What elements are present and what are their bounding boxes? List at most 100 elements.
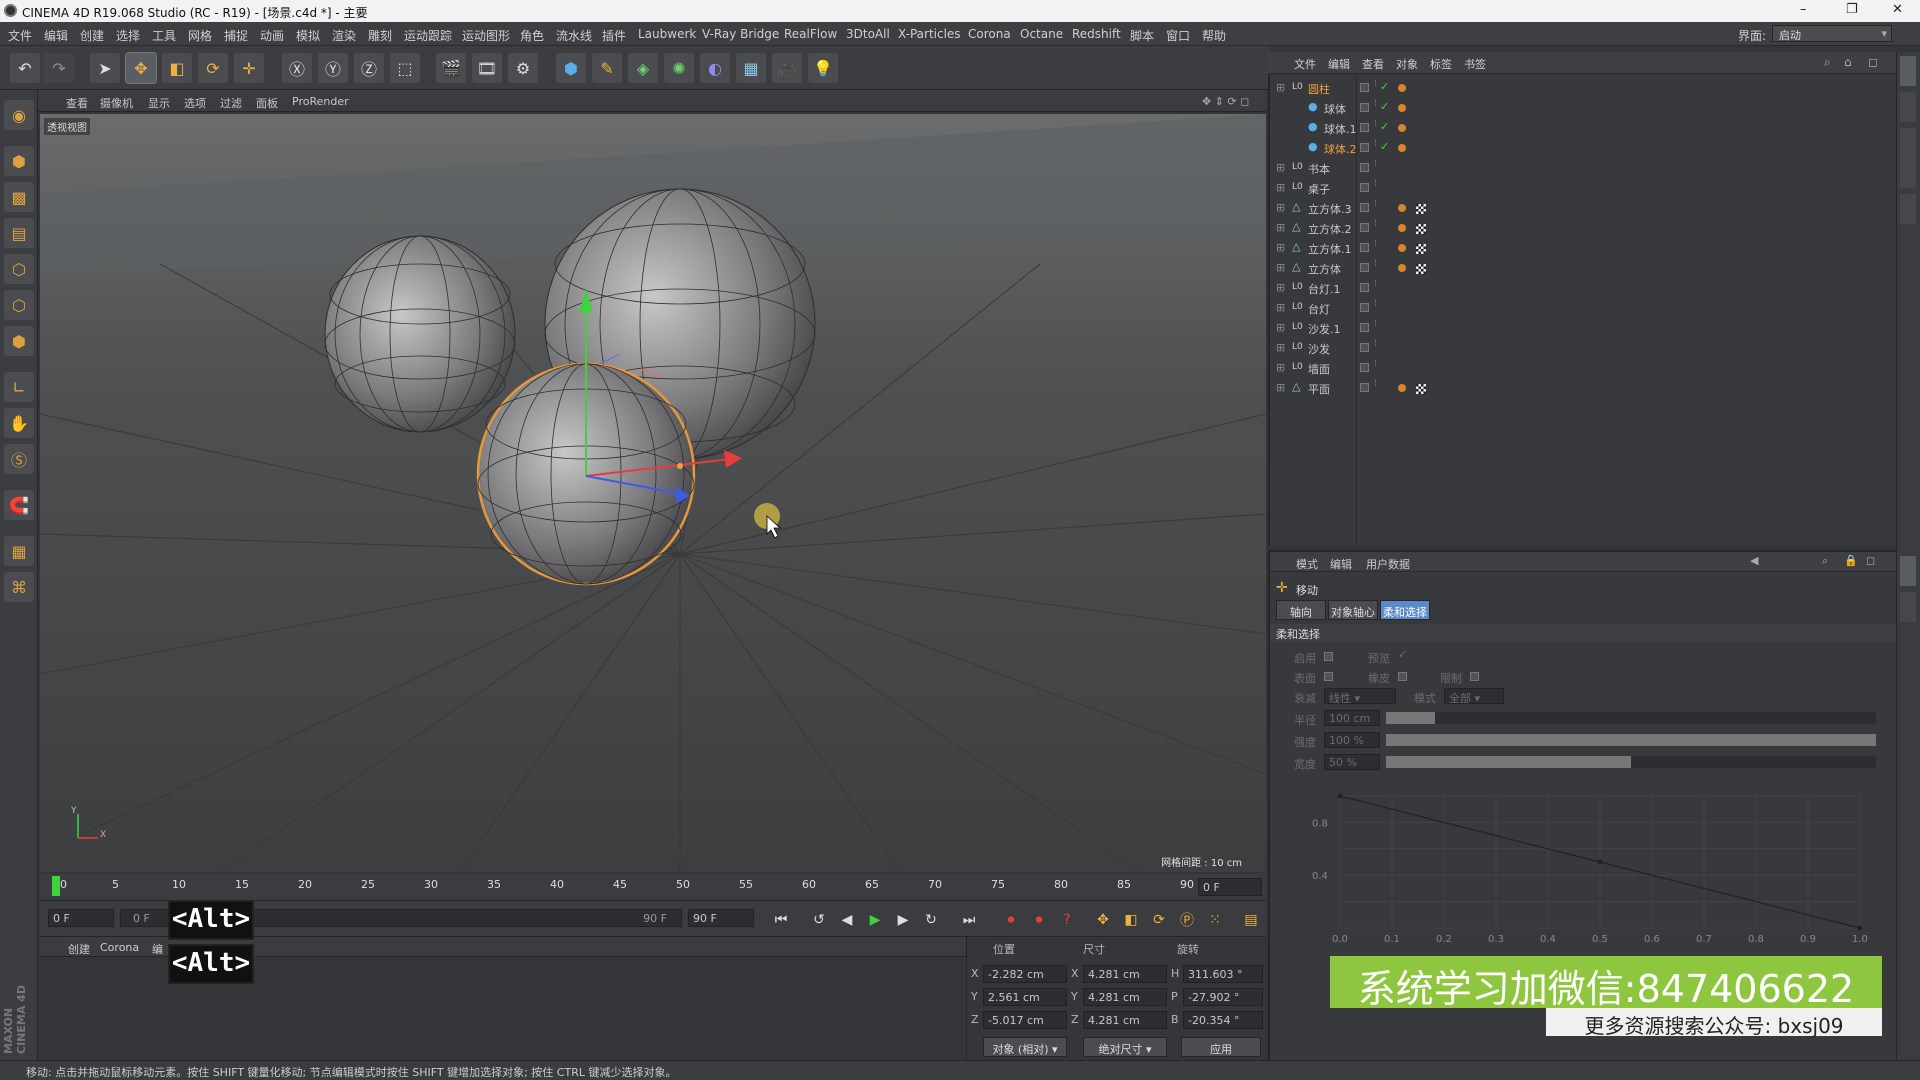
subdivision-button[interactable]: ◈ xyxy=(628,53,658,83)
menu-redshift[interactable]: Redshift xyxy=(1072,27,1121,41)
minimize-button[interactable]: – xyxy=(1800,2,1807,17)
menu-vray[interactable]: V-Ray Bridge xyxy=(702,27,779,41)
object-row[interactable]: ⊞ L0 沙发.1 ⁝ xyxy=(1268,318,1896,338)
playhead[interactable] xyxy=(52,876,60,896)
pen-button[interactable]: ✎ xyxy=(592,53,622,83)
pos-y-field[interactable]: 2.561 cm xyxy=(983,988,1067,1006)
pos-z-field[interactable]: -5.017 cm xyxy=(983,1011,1067,1029)
layer-visibility-icon[interactable] xyxy=(1360,183,1369,192)
texture-tag-icon[interactable] xyxy=(1416,204,1426,214)
menu-tools[interactable]: 工具 xyxy=(152,27,176,44)
menu-edit[interactable]: 编辑 xyxy=(44,27,68,44)
object-name[interactable]: 球体 xyxy=(1324,101,1346,117)
obj-menu-objects[interactable]: 对象 xyxy=(1396,56,1418,72)
object-row[interactable]: ⊞ △ 立方体 ⁝ xyxy=(1268,258,1896,278)
obj-menu-view[interactable]: 查看 xyxy=(1362,56,1384,72)
end-frame-field[interactable]: 90 F xyxy=(688,909,754,927)
layer-visibility-icon[interactable] xyxy=(1360,363,1369,372)
keyframe-selection-button[interactable]: ? xyxy=(1056,909,1078,931)
object-name[interactable]: 沙发.1 xyxy=(1308,321,1341,337)
object-name[interactable]: 桌子 xyxy=(1308,181,1330,197)
attr-menu-edit[interactable]: 编辑 xyxy=(1330,556,1352,572)
key-rotation-button[interactable]: ⟳ xyxy=(1148,909,1170,931)
y-axis-lock-button[interactable]: Ⓨ xyxy=(318,53,348,83)
move-tool-button[interactable]: ✥ xyxy=(125,52,157,84)
phong-tag-icon[interactable] xyxy=(1398,144,1406,152)
solo-button[interactable]: Ⓢ xyxy=(4,444,34,474)
size-x-field[interactable]: 4.281 cm xyxy=(1083,965,1167,983)
pos-x-field[interactable]: -2.282 cm xyxy=(983,965,1067,983)
scale-tool-button[interactable]: ◧ xyxy=(162,53,192,83)
mode-select[interactable]: 全部 ▾ xyxy=(1444,688,1504,705)
visibility-dots-icon[interactable]: ⁝ xyxy=(1374,119,1377,129)
vp-menu-panel[interactable]: 面板 xyxy=(256,95,278,111)
menu-animate[interactable]: 动画 xyxy=(260,27,284,44)
visibility-dots-icon[interactable]: ⁝ xyxy=(1374,379,1377,389)
cube-button[interactable]: ⬢ xyxy=(556,53,586,83)
object-name[interactable]: 书本 xyxy=(1308,161,1330,177)
layer-visibility-icon[interactable] xyxy=(1360,243,1369,252)
object-row[interactable]: ⊞ △ 平面 ⁝ xyxy=(1268,378,1896,398)
menu-snap[interactable]: 捕捉 xyxy=(224,27,248,44)
tab-axis[interactable]: 轴向 xyxy=(1276,600,1326,620)
objects-tab[interactable] xyxy=(1900,56,1916,86)
make-editable-button[interactable]: ◉ xyxy=(4,100,34,130)
enabled-check-icon[interactable]: ✓ xyxy=(1380,100,1389,113)
play-button[interactable]: ▶ xyxy=(864,909,886,931)
rubber-checkbox[interactable] xyxy=(1398,672,1407,681)
vp-menu-filter[interactable]: 过滤 xyxy=(220,95,242,111)
object-name[interactable]: 立方体.3 xyxy=(1308,201,1352,217)
phong-tag-icon[interactable] xyxy=(1398,204,1406,212)
layer-visibility-icon[interactable] xyxy=(1360,223,1369,232)
layer-visibility-icon[interactable] xyxy=(1360,383,1369,392)
phong-tag-icon[interactable] xyxy=(1398,384,1406,392)
layer-visibility-icon[interactable] xyxy=(1360,103,1369,112)
expand-icon[interactable]: ⊞ xyxy=(1276,161,1285,174)
rot-p-field[interactable]: -27.902 ° xyxy=(1183,988,1263,1006)
object-name[interactable]: 台灯 xyxy=(1308,301,1330,317)
layer-visibility-icon[interactable] xyxy=(1360,203,1369,212)
phong-tag-icon[interactable] xyxy=(1398,84,1406,92)
go-to-end-button[interactable]: ⏭ xyxy=(958,909,980,931)
undo-button[interactable]: ↶ xyxy=(10,53,40,83)
obj-menu-edit[interactable]: 编辑 xyxy=(1328,56,1350,72)
attr-menu-mode[interactable]: 模式 xyxy=(1296,556,1318,572)
layer-visibility-icon[interactable] xyxy=(1360,83,1369,92)
axis-mode-button[interactable]: ∟ xyxy=(4,372,34,402)
expand-icon[interactable]: ⊞ xyxy=(1276,181,1285,194)
expand-icon[interactable]: ⊞ xyxy=(1276,361,1285,374)
timeline-ruler[interactable]: 0 5 10 15 20 25 30 35 40 45 50 55 60 65 … xyxy=(40,874,1266,900)
record-button[interactable]: ⏺ xyxy=(1000,909,1022,931)
timeline-window-button[interactable]: ▤ xyxy=(1240,909,1262,931)
menu-plugins[interactable]: 插件 xyxy=(602,27,626,44)
x-axis-lock-button[interactable]: Ⓧ xyxy=(282,53,312,83)
menu-simulate[interactable]: 模拟 xyxy=(296,27,320,44)
enabled-check-icon[interactable]: ✓ xyxy=(1380,140,1389,153)
phong-tag-icon[interactable] xyxy=(1398,124,1406,132)
visibility-dots-icon[interactable]: ⁝ xyxy=(1374,339,1377,349)
tab-soft-selection[interactable]: 柔和选择 xyxy=(1380,600,1430,620)
object-name[interactable]: 立方体 xyxy=(1308,261,1341,277)
object-row[interactable]: ⊞ △ 立方体.2 ⁝ xyxy=(1268,218,1896,238)
coordinate-system-button[interactable]: ⬚ xyxy=(390,53,420,83)
menu-create[interactable]: 创建 xyxy=(80,27,104,44)
expand-icon[interactable]: ⊞ xyxy=(1276,241,1285,254)
key-position-button[interactable]: ✥ xyxy=(1092,909,1114,931)
menu-window[interactable]: 窗口 xyxy=(1166,27,1190,44)
menu-select[interactable]: 选择 xyxy=(116,27,140,44)
autokey-button[interactable]: ⏺ xyxy=(1028,909,1050,931)
expand-icon[interactable]: ⊞ xyxy=(1276,321,1285,334)
visibility-dots-icon[interactable]: ⁝ xyxy=(1374,219,1377,229)
object-name[interactable]: 立方体.1 xyxy=(1308,241,1352,257)
key-scale-button[interactable]: ◧ xyxy=(1120,909,1142,931)
object-name[interactable]: 平面 xyxy=(1308,381,1330,397)
menu-file[interactable]: 文件 xyxy=(8,27,32,44)
phong-tag-icon[interactable] xyxy=(1398,244,1406,252)
obj-menu-bookmarks[interactable]: 书签 xyxy=(1464,56,1486,72)
model-mode-button[interactable]: ⬢ xyxy=(4,146,34,176)
vp-menu-options[interactable]: 选项 xyxy=(184,95,206,111)
phong-tag-icon[interactable] xyxy=(1398,224,1406,232)
layer-visibility-icon[interactable] xyxy=(1360,263,1369,272)
object-row[interactable]: ⊞ L0 圆柱 ⁝ ✓ xyxy=(1268,78,1896,98)
phong-tag-icon[interactable] xyxy=(1398,264,1406,272)
